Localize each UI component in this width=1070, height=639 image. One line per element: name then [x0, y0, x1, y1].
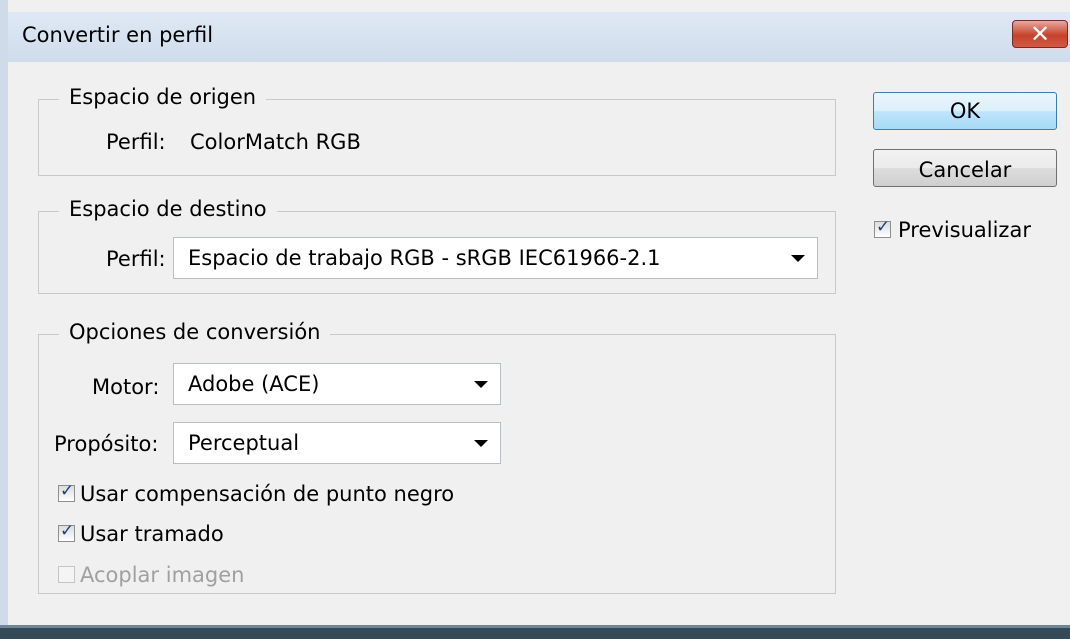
- window-bottom-border-highlight: [0, 625, 1070, 628]
- cancel-button-label: Cancelar: [918, 158, 1012, 182]
- conversion-options-legend: Opciones de conversión: [59, 320, 331, 344]
- engine-select[interactable]: Adobe (ACE): [173, 363, 501, 405]
- ok-button-label: OK: [949, 99, 981, 123]
- black-point-checkbox[interactable]: ✓: [58, 481, 75, 502]
- title-bar: Convertir en perfil ✕: [8, 12, 1070, 62]
- close-button[interactable]: ✕: [1012, 20, 1068, 48]
- destination-profile-select[interactable]: Espacio de trabajo RGB - sRGB IEC61966-2…: [173, 237, 818, 279]
- dither-checkbox[interactable]: ✓: [58, 521, 75, 542]
- engine-value: Adobe (ACE): [188, 372, 320, 396]
- intent-label: Propósito:: [54, 432, 159, 456]
- window-left-border: [0, 0, 8, 639]
- checkmark-icon: ✓: [876, 217, 891, 237]
- preview-checkbox[interactable]: ✓: [874, 217, 891, 238]
- ok-button[interactable]: OK: [873, 92, 1057, 130]
- flatten-image-label: Acoplar imagen: [80, 563, 245, 587]
- close-icon: ✕: [1029, 20, 1051, 48]
- convert-profile-dialog: Convertir en perfil ✕ Espacio de origen …: [0, 0, 1070, 639]
- checkmark-icon: ✓: [60, 521, 75, 541]
- engine-label: Motor:: [92, 375, 160, 399]
- window-title: Convertir en perfil: [22, 23, 214, 47]
- destination-profile-label: Perfil:: [106, 247, 166, 271]
- checkmark-icon: ✓: [60, 481, 75, 501]
- destination-space-legend: Espacio de destino: [59, 197, 277, 221]
- chevron-down-icon: [474, 381, 488, 388]
- intent-select[interactable]: Perceptual: [173, 422, 501, 464]
- source-profile-label: Perfil:: [106, 130, 166, 154]
- source-space-legend: Espacio de origen: [59, 85, 267, 109]
- chevron-down-icon: [791, 255, 805, 262]
- cancel-button[interactable]: Cancelar: [873, 149, 1057, 187]
- dither-label[interactable]: Usar tramado: [80, 522, 224, 546]
- chevron-down-icon: [474, 440, 488, 447]
- preview-label[interactable]: Previsualizar: [898, 218, 1031, 242]
- flatten-image-checkbox[interactable]: [58, 566, 75, 583]
- destination-profile-value: Espacio de trabajo RGB - sRGB IEC61966-2…: [188, 246, 661, 270]
- source-profile-value: ColorMatch RGB: [190, 130, 361, 154]
- intent-value: Perceptual: [188, 431, 300, 455]
- black-point-label[interactable]: Usar compensación de punto negro: [80, 482, 454, 506]
